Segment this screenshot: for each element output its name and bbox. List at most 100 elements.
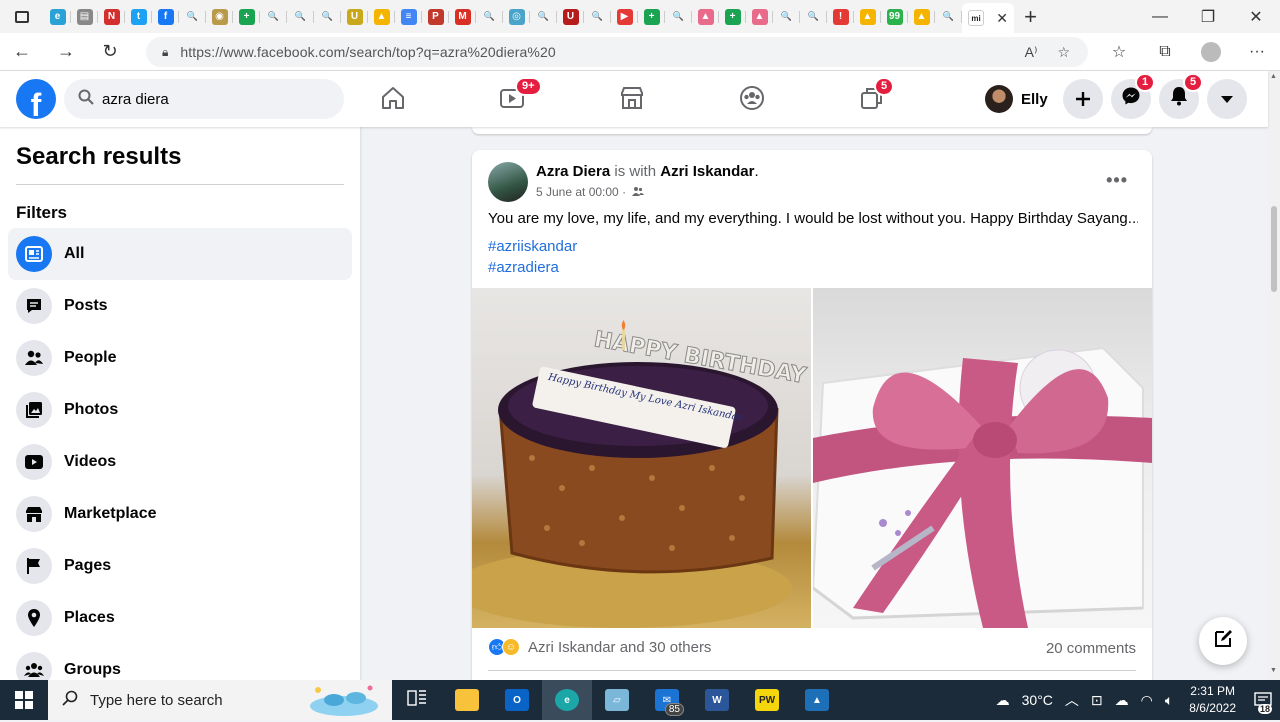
show-hidden-icons[interactable]: ︿ [1065, 690, 1079, 710]
watch-icon[interactable]: 9+ [497, 77, 542, 113]
browser-tab[interactable]: 🔍 [773, 4, 800, 30]
author-name[interactable]: Azra Diera [536, 163, 610, 180]
forward-button[interactable]: → [44, 33, 88, 71]
back-button[interactable]: ← [0, 33, 44, 71]
filter-people[interactable]: People [8, 332, 352, 384]
browser-tab[interactable]: t [125, 4, 152, 30]
tab-active[interactable]: mi ✕ [962, 3, 1014, 33]
restore-button[interactable]: ❐ [1184, 0, 1232, 33]
favorites-icon[interactable]: ☆ [1096, 42, 1142, 62]
author-avatar[interactable] [488, 162, 528, 202]
friends-audience-icon[interactable] [632, 185, 645, 199]
browser-tab[interactable]: ! [827, 4, 854, 30]
browser-tab[interactable]: 🔍 [935, 4, 962, 30]
browser-tab[interactable]: 🔍 [287, 4, 314, 30]
browser-tab[interactable]: ▲ [908, 4, 935, 30]
marketplace-nav-icon[interactable] [617, 83, 647, 113]
search-input[interactable] [102, 90, 302, 108]
browser-tab[interactable]: ▲ [692, 4, 719, 30]
filter-marketplace[interactable]: Marketplace [8, 488, 352, 540]
taskbar-word[interactable]: W [692, 680, 742, 720]
browser-tab[interactable]: ▶ [611, 4, 638, 30]
browser-tab[interactable]: 🔍 [530, 4, 557, 30]
reactions-summary[interactable]: 👍︎ ☺ Azri Iskandar and 30 others [488, 638, 711, 656]
close-window-button[interactable]: ✕ [1232, 0, 1280, 33]
browser-tab[interactable]: 🔍 [584, 4, 611, 30]
browser-tab[interactable]: P [422, 4, 449, 30]
taskbar-photos[interactable]: ▲ [792, 680, 842, 720]
facebook-logo[interactable]: f [16, 79, 56, 119]
hashtag-link[interactable]: #azradiera [488, 259, 559, 276]
action-center-button[interactable]: 18 [1246, 680, 1280, 720]
browser-tab[interactable]: ◎ [503, 4, 530, 30]
gaming-icon[interactable]: 5 [857, 77, 895, 113]
hashtag-link[interactable]: #azriiskandar [488, 238, 577, 255]
refresh-button[interactable]: ↻ [88, 33, 132, 71]
browser-tab[interactable]: 🔍 [665, 4, 692, 30]
clock[interactable]: 2:31 PM 8/6/2022 [1189, 683, 1236, 717]
profile-button[interactable] [1188, 42, 1234, 62]
add-favorite-icon[interactable]: ☆ [1057, 44, 1070, 61]
page-scrollbar[interactable]: ▲ ▼ [1268, 71, 1280, 680]
filter-videos[interactable]: Videos [8, 436, 352, 488]
filter-photos[interactable]: Photos [8, 384, 352, 436]
browser-tab[interactable]: 99 [881, 4, 908, 30]
browser-tab[interactable]: U [557, 4, 584, 30]
taskbar-pdf-app[interactable]: PW [742, 680, 792, 720]
browser-tab[interactable]: 🔍 [314, 4, 341, 30]
taskbar-edge[interactable]: e [542, 680, 592, 720]
browser-tab[interactable]: ▤ [71, 4, 98, 30]
browser-tab[interactable]: + [233, 4, 260, 30]
meet-now-icon[interactable]: ⊡ [1091, 692, 1103, 709]
taskbar-outlook[interactable]: O [492, 680, 542, 720]
browser-tab[interactable]: 🔍 [800, 4, 827, 30]
collections-icon[interactable]: ⧉ [1142, 43, 1188, 61]
close-tab-icon[interactable]: ✕ [996, 10, 1008, 27]
browser-tab[interactable]: 🔍 [476, 4, 503, 30]
browser-tab[interactable]: ≡ [395, 4, 422, 30]
comments-count[interactable]: 20 comments [1046, 640, 1136, 657]
home-icon[interactable] [378, 83, 408, 113]
tagged-name[interactable]: Azri Iskandar [660, 163, 754, 180]
task-view-button[interactable] [392, 680, 442, 720]
taskbar-search[interactable]: Type here to search [48, 680, 392, 720]
weather-temp[interactable]: 30°C [1022, 692, 1053, 708]
onedrive-icon[interactable]: ☁ [1115, 692, 1129, 709]
browser-tab[interactable]: ▲ [854, 4, 881, 30]
browser-tab[interactable]: + [719, 4, 746, 30]
read-aloud-icon[interactable]: A⁾ [1025, 44, 1038, 61]
new-message-button[interactable] [1199, 617, 1247, 665]
browser-tab[interactable]: ◉ [206, 4, 233, 30]
new-tab-button[interactable]: + [1014, 4, 1047, 30]
scrollbar-thumb[interactable] [1271, 206, 1277, 292]
tab-actions-button[interactable] [0, 0, 44, 33]
taskbar-file-explorer[interactable] [442, 680, 492, 720]
taskbar-mail[interactable]: ✉ 85 [642, 680, 692, 720]
filter-pages[interactable]: Pages [8, 540, 352, 592]
browser-tab[interactable]: N [98, 4, 125, 30]
post-timestamp[interactable]: 5 June at 00:00 · [536, 185, 626, 199]
groups-nav-icon[interactable] [737, 83, 767, 113]
weather-icon[interactable]: ☁ [996, 692, 1010, 709]
lock-icon[interactable]: 🔒︎ [162, 45, 168, 60]
browser-tab[interactable]: ▲ [746, 4, 773, 30]
scroll-up-icon[interactable]: ▲ [1270, 73, 1277, 80]
browser-tab[interactable]: e [44, 4, 71, 30]
post-options-icon[interactable]: ••• [1106, 170, 1128, 191]
profile-link[interactable]: Elly [985, 84, 1048, 114]
browser-tab[interactable]: 🔍 [179, 4, 206, 30]
filter-places[interactable]: Places [8, 592, 352, 644]
address-bar[interactable]: 🔒︎ https://www.facebook.com/search/top?q… [146, 37, 1088, 67]
browser-tab[interactable]: M [449, 4, 476, 30]
photo-cake[interactable]: Happy Birthday My Love Azri Iskandar HAP… [472, 288, 811, 628]
create-button[interactable] [1063, 79, 1103, 119]
volume-icon[interactable]: 🔈︎ [1165, 692, 1173, 709]
notifications-button[interactable]: 5 [1159, 73, 1204, 119]
browser-tab[interactable]: + [638, 4, 665, 30]
photo-gift-box[interactable] [813, 288, 1152, 628]
search-box[interactable] [64, 79, 344, 119]
taskbar-notes-app[interactable]: ▱ [592, 680, 642, 720]
settings-more-icon[interactable]: ··· [1234, 43, 1280, 61]
browser-tab[interactable]: ▲ [368, 4, 395, 30]
minimize-button[interactable]: — [1136, 0, 1184, 33]
